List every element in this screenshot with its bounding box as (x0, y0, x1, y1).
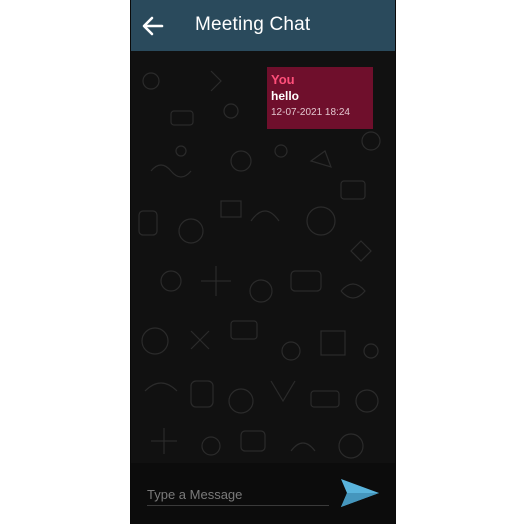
send-icon (341, 479, 379, 507)
chat-screen: Meeting Chat You hello 12-07-2021 18:24 … (130, 0, 396, 524)
message-sender: You (271, 72, 295, 87)
app-toolbar: Meeting Chat (131, 0, 395, 51)
message-input[interactable] (147, 483, 329, 506)
page-title: Meeting Chat (195, 14, 311, 35)
send-button[interactable] (337, 473, 383, 513)
message-bubble-outgoing[interactable]: You hello 12-07-2021 18:24 (267, 67, 373, 129)
message-list[interactable]: You hello 12-07-2021 18:24 (131, 51, 395, 463)
message-composer (131, 463, 395, 524)
message-text: hello (271, 89, 300, 103)
message-timestamp: 12-07-2021 18:24 (271, 107, 350, 118)
arrow-left-icon (142, 16, 164, 36)
back-button[interactable] (139, 12, 167, 40)
